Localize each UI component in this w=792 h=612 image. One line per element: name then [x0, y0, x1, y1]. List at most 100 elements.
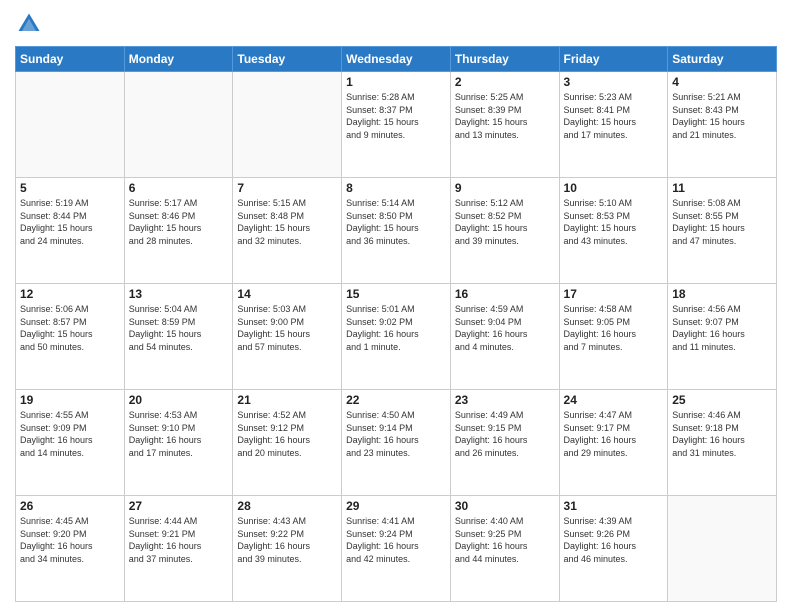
day-number: 11	[672, 181, 772, 195]
calendar-day-cell: 28Sunrise: 4:43 AMSunset: 9:22 PMDayligh…	[233, 496, 342, 602]
calendar-day-cell: 8 Sunrise: 5:14 AMSunset: 8:50 PMDaylight…	[342, 178, 451, 284]
calendar-day-cell: 10 Sunrise: 5:10 AMSunset: 8:53 PMDayligh…	[559, 178, 668, 284]
day-number: 6	[129, 181, 229, 195]
logo	[15, 10, 47, 38]
day-info: Sunrise: 4:39 AMSunset: 9:26 PMDaylight:…	[564, 515, 664, 565]
day-info: Sunrise: 5:17 AMSunset: 8:46 PMDaylight:…	[129, 197, 229, 247]
day-number: 17	[564, 287, 664, 301]
day-number: 29	[346, 499, 446, 513]
calendar-day-cell: 1 Sunrise: 5:28 AMSunset: 8:37 PMDaylight…	[342, 72, 451, 178]
calendar-day-cell: 27 Sunrise: 4:44 AMSunset: 9:21 PMDayligh…	[124, 496, 233, 602]
day-info: Sunrise: 5:19 AMSunset: 8:44 PMDaylight:…	[20, 197, 120, 247]
day-number: 3	[564, 75, 664, 89]
day-info: Sunrise: 4:53 AMSunset: 9:10 PMDaylight:…	[129, 409, 229, 459]
day-info: Sunrise: 4:43 AMSunset: 9:22 PMDaylight:…	[237, 515, 337, 565]
day-number: 8	[346, 181, 446, 195]
day-number: 10	[564, 181, 664, 195]
day-number: 31	[564, 499, 664, 513]
calendar-table: SundayMondayTuesdayWednesdayThursdayFrid…	[15, 46, 777, 602]
calendar-header-row: SundayMondayTuesdayWednesdayThursdayFrid…	[16, 47, 777, 72]
calendar-day-cell: 12Sunrise: 5:06 AMSunset: 8:57 PMDayligh…	[16, 284, 125, 390]
day-number: 2	[455, 75, 555, 89]
calendar-day-cell: 31 Sunrise: 4:39 AMSunset: 9:26 PMDayligh…	[559, 496, 668, 602]
day-number: 18	[672, 287, 772, 301]
calendar-day-cell: 24 Sunrise: 4:47 AMSunset: 9:17 PMDayligh…	[559, 390, 668, 496]
calendar-day-cell: 7 Sunrise: 5:15 AMSunset: 8:48 PMDaylight…	[233, 178, 342, 284]
calendar-day-header: Saturday	[668, 47, 777, 72]
day-number: 24	[564, 393, 664, 407]
day-info: Sunrise: 4:56 AMSunset: 9:07 PMDaylight:…	[672, 303, 772, 353]
calendar-day-cell: 5 Sunrise: 5:19 AMSunset: 8:44 PMDaylight…	[16, 178, 125, 284]
day-info: Sunrise: 4:44 AMSunset: 9:21 PMDaylight:…	[129, 515, 229, 565]
calendar-day-cell: 9 Sunrise: 5:12 AMSunset: 8:52 PMDaylight…	[450, 178, 559, 284]
calendar-day-cell: 30 Sunrise: 4:40 AMSunset: 9:25 PMDayligh…	[450, 496, 559, 602]
day-info: Sunrise: 4:59 AMSunset: 9:04 PMDaylight:…	[455, 303, 555, 353]
day-number: 19	[20, 393, 120, 407]
day-number: 22	[346, 393, 446, 407]
day-info: Sunrise: 5:04 AMSunset: 8:59 PMDaylight:…	[129, 303, 229, 353]
day-info: Sunrise: 4:52 AMSunset: 9:12 PMDaylight:…	[237, 409, 337, 459]
day-number: 7	[237, 181, 337, 195]
calendar-day-header: Wednesday	[342, 47, 451, 72]
calendar-day-cell: 11 Sunrise: 5:08 AMSunset: 8:55 PMDayligh…	[668, 178, 777, 284]
day-number: 21	[237, 393, 337, 407]
day-number: 27	[129, 499, 229, 513]
day-info: Sunrise: 4:40 AMSunset: 9:25 PMDaylight:…	[455, 515, 555, 565]
day-number: 9	[455, 181, 555, 195]
calendar-day-cell: 21 Sunrise: 4:52 AMSunset: 9:12 PMDayligh…	[233, 390, 342, 496]
day-info: Sunrise: 4:49 AMSunset: 9:15 PMDaylight:…	[455, 409, 555, 459]
day-info: Sunrise: 5:15 AMSunset: 8:48 PMDaylight:…	[237, 197, 337, 247]
day-number: 30	[455, 499, 555, 513]
calendar-day-cell: 26 Sunrise: 4:45 AMSunset: 9:20 PMDayligh…	[16, 496, 125, 602]
day-number: 4	[672, 75, 772, 89]
calendar-day-header: Monday	[124, 47, 233, 72]
calendar-week-row: 26 Sunrise: 4:45 AMSunset: 9:20 PMDayligh…	[16, 496, 777, 602]
day-number: 5	[20, 181, 120, 195]
calendar-day-cell: 15 Sunrise: 5:01 AMSunset: 9:02 PMDayligh…	[342, 284, 451, 390]
calendar-week-row: 19 Sunrise: 4:55 AMSunset: 9:09 PMDayligh…	[16, 390, 777, 496]
day-info: Sunrise: 5:23 AMSunset: 8:41 PMDaylight:…	[564, 91, 664, 141]
day-info: Sunrise: 5:12 AMSunset: 8:52 PMDaylight:…	[455, 197, 555, 247]
calendar-day-cell	[124, 72, 233, 178]
day-info: Sunrise: 4:50 AMSunset: 9:14 PMDaylight:…	[346, 409, 446, 459]
calendar-day-cell: 18 Sunrise: 4:56 AMSunset: 9:07 PMDayligh…	[668, 284, 777, 390]
day-info: Sunrise: 5:25 AMSunset: 8:39 PMDaylight:…	[455, 91, 555, 141]
day-number: 20	[129, 393, 229, 407]
day-number: 25	[672, 393, 772, 407]
calendar-day-cell: 3 Sunrise: 5:23 AMSunset: 8:41 PMDaylight…	[559, 72, 668, 178]
logo-icon	[15, 10, 43, 38]
calendar-day-cell: 17Sunrise: 4:58 AMSunset: 9:05 PMDayligh…	[559, 284, 668, 390]
day-number: 15	[346, 287, 446, 301]
day-info: Sunrise: 5:01 AMSunset: 9:02 PMDaylight:…	[346, 303, 446, 353]
calendar-week-row: 12Sunrise: 5:06 AMSunset: 8:57 PMDayligh…	[16, 284, 777, 390]
day-number: 1	[346, 75, 446, 89]
calendar-day-header: Tuesday	[233, 47, 342, 72]
day-info: Sunrise: 4:46 AMSunset: 9:18 PMDaylight:…	[672, 409, 772, 459]
calendar-day-cell: 14 Sunrise: 5:03 AMSunset: 9:00 PMDayligh…	[233, 284, 342, 390]
day-number: 16	[455, 287, 555, 301]
calendar-day-header: Thursday	[450, 47, 559, 72]
page-header	[15, 10, 777, 38]
calendar-day-cell: 4 Sunrise: 5:21 AMSunset: 8:43 PMDaylight…	[668, 72, 777, 178]
day-info: Sunrise: 5:10 AMSunset: 8:53 PMDaylight:…	[564, 197, 664, 247]
day-number: 13	[129, 287, 229, 301]
day-number: 12	[20, 287, 120, 301]
day-number: 14	[237, 287, 337, 301]
calendar-week-row: 1 Sunrise: 5:28 AMSunset: 8:37 PMDaylight…	[16, 72, 777, 178]
day-info: Sunrise: 5:21 AMSunset: 8:43 PMDaylight:…	[672, 91, 772, 141]
day-info: Sunrise: 5:28 AMSunset: 8:37 PMDaylight:…	[346, 91, 446, 141]
day-info: Sunrise: 5:14 AMSunset: 8:50 PMDaylight:…	[346, 197, 446, 247]
calendar-day-cell: 2 Sunrise: 5:25 AMSunset: 8:39 PMDaylight…	[450, 72, 559, 178]
day-info: Sunrise: 5:08 AMSunset: 8:55 PMDaylight:…	[672, 197, 772, 247]
day-info: Sunrise: 4:47 AMSunset: 9:17 PMDaylight:…	[564, 409, 664, 459]
calendar-day-cell: 20 Sunrise: 4:53 AMSunset: 9:10 PMDayligh…	[124, 390, 233, 496]
day-info: Sunrise: 4:55 AMSunset: 9:09 PMDaylight:…	[20, 409, 120, 459]
day-info: Sunrise: 5:03 AMSunset: 9:00 PMDaylight:…	[237, 303, 337, 353]
calendar-day-header: Sunday	[16, 47, 125, 72]
calendar-day-cell: 19 Sunrise: 4:55 AMSunset: 9:09 PMDayligh…	[16, 390, 125, 496]
calendar-day-cell: 23Sunrise: 4:49 AMSunset: 9:15 PMDayligh…	[450, 390, 559, 496]
day-info: Sunrise: 4:45 AMSunset: 9:20 PMDaylight:…	[20, 515, 120, 565]
day-number: 26	[20, 499, 120, 513]
calendar-day-cell: 25 Sunrise: 4:46 AMSunset: 9:18 PMDayligh…	[668, 390, 777, 496]
calendar-day-cell: 29Sunrise: 4:41 AMSunset: 9:24 PMDayligh…	[342, 496, 451, 602]
